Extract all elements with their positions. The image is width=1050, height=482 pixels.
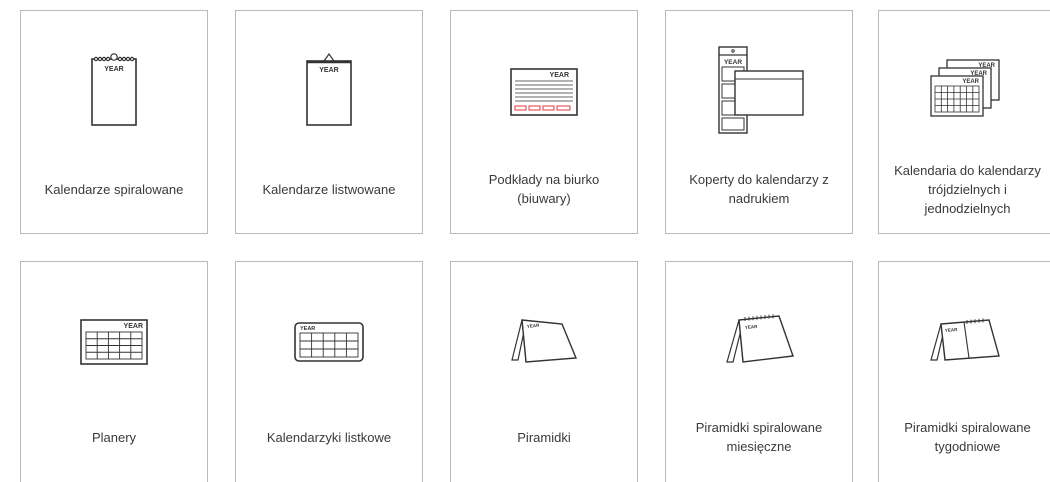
tile-label: Kalendarzyki listkowe: [266, 429, 392, 445]
svg-text:YEAR: YEAR: [104, 66, 123, 73]
category-tile-desk-pads[interactable]: YEAR Podkłady na biurko (biuwary): [450, 10, 638, 234]
category-tile-calendar-envelopes[interactable]: YEAR Koperty do kalendarzy z nadrukiem: [665, 10, 853, 234]
svg-text:YEAR: YEAR: [724, 59, 742, 66]
svg-text:YEAR: YEAR: [962, 79, 979, 85]
tile-label: Kalendaria do kalendarzy trójdzielnych i…: [894, 162, 1041, 216]
category-tile-hanging-calendars[interactable]: YEAR Kalendarze listwowane: [235, 10, 423, 234]
tile-label: Piramidki spiralowane miesięczne: [695, 420, 823, 454]
planner-icon: YEAR: [21, 294, 207, 390]
tile-label: Koperty do kalendarzy z nadrukiem: [689, 172, 829, 206]
category-tile-spiral-tent-weekly[interactable]: YEAR Piramidki spiralowane tygodniowe: [878, 261, 1050, 482]
calendar-grids-icon: YEAR YEAR YEAR: [879, 43, 1050, 139]
calendar-envelope-icon: YEAR: [666, 43, 852, 139]
category-tile-spiral-calendars[interactable]: YEAR Kalendarze spiralowane: [20, 10, 208, 234]
tile-label: Piramidki: [517, 429, 571, 445]
spiral-tent-monthly-icon: YEAR: [666, 294, 852, 390]
tile-label: Kalendarze listwowane: [262, 181, 396, 197]
tile-label: Kalendarze spiralowane: [44, 181, 184, 197]
category-tile-pocket-calendars[interactable]: YEAR Kalendarzyki listkowe: [235, 261, 423, 482]
desk-pad-icon: YEAR: [451, 43, 637, 139]
pocket-calendar-icon: YEAR: [236, 294, 422, 390]
category-tile-planners[interactable]: YEAR Planery: [20, 261, 208, 482]
tile-label: Planery: [91, 429, 137, 445]
tile-label: Piramidki spiralowane tygodniowe: [904, 420, 1031, 454]
category-tile-tent-calendars[interactable]: YEAR Piramidki: [450, 261, 638, 482]
spiral-tent-weekly-icon: YEAR: [879, 294, 1050, 390]
svg-text:YEAR: YEAR: [300, 326, 315, 332]
svg-text:YEAR: YEAR: [550, 72, 569, 79]
category-tile-calendar-grids[interactable]: YEAR YEAR YEAR Kalendaria do kalendarzy …: [878, 10, 1050, 234]
category-tile-spiral-tent-monthly[interactable]: YEAR Piramidki spiralowane miesięczne: [665, 261, 853, 482]
spiral-wall-calendar-icon: YEAR: [21, 43, 207, 139]
svg-text:YEAR: YEAR: [124, 323, 143, 330]
hanging-wall-calendar-icon: YEAR: [236, 43, 422, 139]
tile-label: Podkłady na biurko (biuwary): [488, 172, 600, 206]
svg-text:YEAR: YEAR: [319, 67, 338, 74]
tent-calendar-icon: YEAR: [451, 294, 637, 390]
